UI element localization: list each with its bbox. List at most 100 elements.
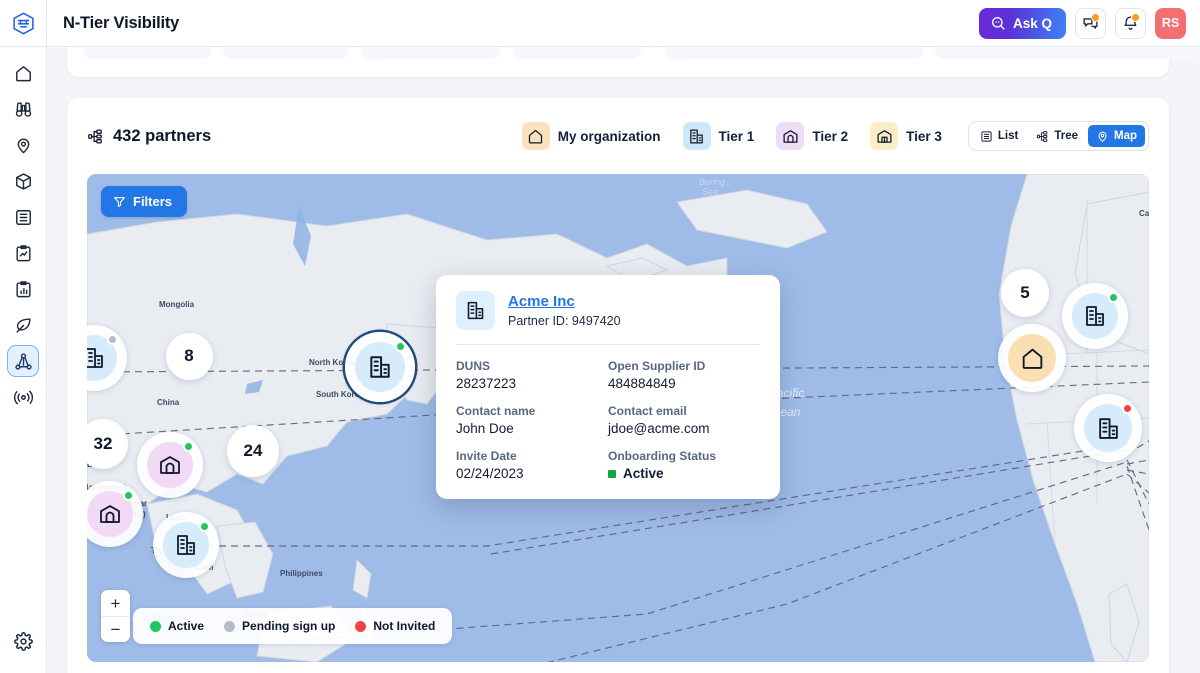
network-nodes-icon (14, 352, 32, 370)
popup-title-block: Acme Inc Partner ID: 9497420 (508, 293, 621, 328)
popup-field-label: Onboarding Status (608, 449, 716, 463)
map-cluster-marker[interactable]: 24 (227, 425, 279, 477)
marker-status-dot (123, 490, 134, 501)
warehouse-icon (783, 129, 798, 143)
factory-icon (877, 129, 892, 143)
marker-status-dot (395, 341, 406, 352)
tier-filter-my-organization[interactable]: My organization (521, 122, 661, 150)
sidebar-item-settings[interactable] (8, 626, 38, 656)
building-icon (177, 535, 195, 555)
sidebar-item-leaf[interactable] (8, 310, 38, 340)
map-legend: Active Pending sign up Not Invited (133, 608, 453, 644)
top-header: N-Tier Visibility Ask Q RS (47, 0, 1200, 47)
view-tree-button[interactable]: Tree (1028, 125, 1086, 147)
popup-field: Contact email jdoe@acme.com (608, 404, 760, 436)
view-list-button[interactable]: List (972, 125, 1026, 147)
tier-label: Tier 3 (906, 128, 942, 144)
partner-count-label: 432 partners (113, 126, 212, 145)
notifications-button[interactable] (1115, 7, 1146, 39)
marker-status-dot (183, 441, 194, 452)
legend-dot (150, 620, 161, 632)
building-icon (467, 301, 484, 320)
sidebar-item-binoculars[interactable] (8, 94, 38, 124)
map-cluster-marker[interactable]: 5 (1001, 269, 1049, 317)
building-icon (1086, 306, 1104, 326)
tier-label: Tier 1 (718, 128, 755, 144)
legend-label: Pending sign up (242, 619, 336, 633)
map-cluster-marker[interactable]: 8 (165, 332, 213, 380)
marker-status-dot (107, 334, 118, 345)
partner-count: 432 partners (87, 127, 211, 146)
legend-label: Active (168, 619, 205, 633)
popup-fields: DUNS 28237223 Open Supplier ID 484884849 Con… (456, 359, 760, 481)
popup-field: Contact name John Doe (456, 404, 608, 436)
popup-field-value: 28237223 (456, 376, 608, 391)
tier-chip (776, 122, 805, 150)
map-marker-pin[interactable] (87, 481, 143, 547)
tier-chip (682, 122, 711, 150)
radar-target-icon (13, 390, 33, 404)
map-marker-pin[interactable] (998, 324, 1066, 392)
sidebar-item-package-box[interactable] (8, 166, 38, 196)
partners-toolbar: 432 partners My organization Tier 1 Tier 2… (87, 98, 1149, 174)
sidebar-item-network-nodes[interactable] (7, 345, 39, 377)
building-icon (370, 356, 390, 378)
header-actions: Ask Q RS (978, 7, 1186, 39)
filters-button[interactable]: Filters (101, 186, 188, 217)
sidebar-item-list[interactable] (8, 202, 38, 232)
popup-field-value: jdoe@acme.com (608, 421, 760, 436)
warehouse-icon (100, 505, 120, 523)
view-toggle-group: List Tree Map (967, 121, 1149, 151)
home-icon (15, 65, 31, 81)
avatar[interactable]: RS (1155, 7, 1186, 39)
popup-field-label: Invite Date (456, 449, 517, 463)
sidebar-item-home[interactable] (8, 58, 38, 88)
map-marker-pin[interactable] (153, 512, 219, 578)
map-marker-pin[interactable] (1062, 283, 1128, 349)
ask-q-button[interactable]: Ask Q (978, 7, 1066, 39)
page-title: N-Tier Visibility (63, 13, 180, 32)
map-pin-icon (1098, 131, 1107, 142)
tier-filter-tier-2[interactable]: Tier 2 (776, 122, 848, 150)
partners-panel: 432 partners My organization Tier 1 Tier 2… (67, 98, 1169, 673)
sidebar-item-clipboard-chart[interactable] (8, 274, 38, 304)
marker-status-dot (1108, 292, 1119, 303)
legend-dot (355, 620, 367, 632)
zoom-in-button[interactable]: + (101, 590, 130, 616)
status-square-icon (608, 469, 616, 478)
legend-item: Pending sign up (224, 619, 335, 633)
marker-pin-body (1008, 334, 1056, 382)
map-marker-pin[interactable] (137, 432, 203, 498)
view-map-button[interactable]: Map (1088, 125, 1145, 147)
list-icon (15, 209, 31, 225)
marker-status-dot (1122, 403, 1133, 414)
home-icon (1022, 348, 1042, 369)
popup-field-value: Active (608, 466, 760, 481)
popup-field-value: 484884849 (608, 376, 760, 391)
messages-button[interactable] (1075, 7, 1106, 39)
sidebar-item-clipboard-trend[interactable] (8, 238, 38, 268)
home-icon (529, 129, 543, 144)
popup-partner-id: Partner ID: 9497420 (508, 314, 621, 328)
sidebar-item-radar-target[interactable] (8, 382, 38, 412)
legend-dot (224, 620, 236, 632)
gear-icon (13, 631, 33, 651)
tier-filter-tier-1[interactable]: Tier 1 (682, 122, 755, 150)
sidebar-item-map-pin[interactable] (8, 130, 38, 160)
ask-q-search-icon (991, 17, 1005, 30)
tier-filter-tier-3[interactable]: Tier 3 (870, 122, 942, 150)
partner-map[interactable]: Filters BeringSeaPacificOceanCanadaMongo… (87, 174, 1149, 662)
map-marker-pin[interactable] (87, 325, 127, 391)
clipboard-chart-icon (15, 280, 31, 297)
popup-partner-name[interactable]: Acme Inc (508, 293, 575, 310)
popup-field-value: John Doe (456, 421, 608, 436)
zoom-out-button[interactable]: − (101, 616, 130, 642)
app-logo[interactable] (0, 0, 47, 47)
building-icon (87, 348, 103, 368)
map-marker-pin[interactable] (345, 332, 415, 402)
popup-field-label: Contact email (608, 404, 687, 418)
map-marker-pin[interactable] (1074, 394, 1142, 462)
popup-field-label: DUNS (456, 359, 491, 373)
legend-item: Not Invited (355, 619, 435, 633)
partner-detail-popup: Acme Inc Partner ID: 9497420 DUNS 2823722… (436, 275, 780, 499)
